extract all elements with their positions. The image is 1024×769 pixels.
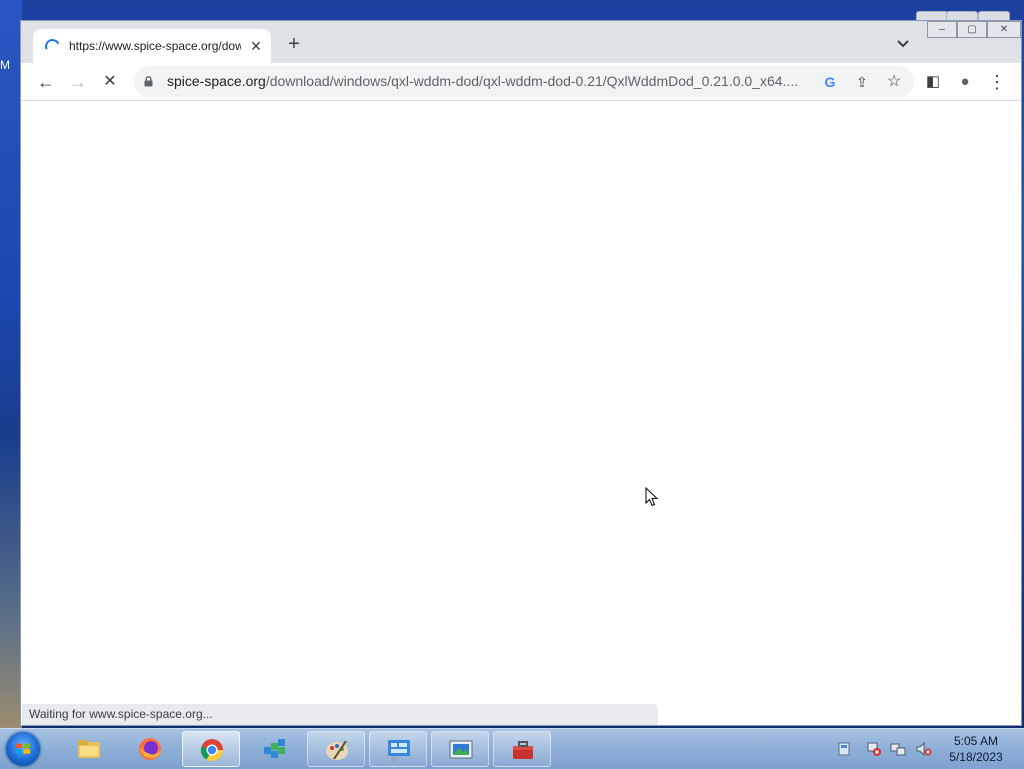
url-host: spice-space.org — [167, 73, 266, 89]
tab-strip: https://www.spice-space.org/download/win… — [21, 21, 1021, 63]
taskbar-picture-viewer[interactable] — [431, 731, 489, 767]
folder-icon — [78, 740, 100, 758]
network-icon[interactable] — [890, 741, 906, 757]
taskbar-registry-editor[interactable] — [245, 731, 303, 767]
picture-icon — [449, 740, 473, 759]
taskbar-toolbox[interactable] — [493, 731, 551, 767]
mouse-cursor-icon — [645, 487, 659, 507]
registry-icon — [264, 739, 285, 758]
desktop-background — [0, 0, 22, 728]
clock-time: 5:05 AM — [953, 734, 999, 748]
browser-toolbar: ← → ✕ spice-space.org/download/windows/q… — [21, 63, 1021, 101]
taskbar-paint[interactable] — [307, 731, 365, 767]
url-path: /download/windows/qxl-wddm-dod/qxl-wddm-… — [265, 73, 799, 89]
tab-search-icon[interactable] — [894, 35, 912, 53]
window-controls: – ▢ ✕ — [927, 21, 1021, 39]
system-tray: 5:05 AM 5/18/2023 — [830, 729, 1024, 769]
network-error-icon[interactable] — [866, 741, 882, 757]
share-icon[interactable]: ⇪ — [852, 72, 872, 92]
toolbox-icon — [513, 741, 533, 759]
clock-date: 5/18/2023 — [949, 750, 1003, 764]
windows-logo-icon — [16, 743, 30, 754]
taskbar-explorer[interactable] — [60, 731, 118, 767]
close-window-button[interactable]: ✕ — [987, 21, 1021, 38]
status-bubble: Waiting for www.spice-space.org... — [22, 704, 658, 725]
taskbar-firefox[interactable] — [121, 731, 179, 767]
desktop-icon-label: M — [0, 58, 10, 72]
start-button[interactable] — [6, 732, 40, 766]
firefox-icon — [139, 738, 161, 760]
control-panel-icon — [388, 740, 410, 762]
taskbar: 5:05 AM 5/18/2023 — [0, 728, 1024, 769]
chrome-menu-icon[interactable]: ⋮ — [984, 69, 1010, 95]
stop-loading-button[interactable]: ✕ — [97, 69, 123, 95]
chrome-icon — [200, 739, 223, 761]
maximize-button[interactable]: ▢ — [957, 21, 987, 38]
tab-close-icon[interactable]: ✕ — [246, 36, 266, 56]
back-button[interactable]: ← — [33, 69, 59, 95]
url-text[interactable]: spice-space.org/download/windows/qxl-wdd… — [167, 73, 807, 91]
forward-button[interactable]: → — [65, 69, 91, 95]
volume-muted-icon[interactable] — [916, 741, 932, 757]
tab-active[interactable]: https://www.spice-space.org/download/win… — [33, 29, 271, 63]
loading-spinner-icon — [42, 36, 63, 57]
taskbar-chrome[interactable] — [182, 731, 240, 767]
new-tab-button[interactable]: + — [283, 33, 305, 55]
address-bar[interactable]: spice-space.org/download/windows/qxl-wdd… — [134, 66, 914, 97]
chrome-window: https://www.spice-space.org/download/win… — [20, 20, 1022, 726]
page-content[interactable] — [21, 101, 1021, 725]
side-panel-icon[interactable]: ◧ — [920, 69, 946, 95]
lock-icon[interactable] — [144, 76, 153, 87]
google-lens-icon[interactable]: G — [820, 72, 840, 92]
clock[interactable]: 5:05 AM 5/18/2023 — [942, 733, 1010, 765]
minimize-button[interactable]: – — [927, 21, 957, 38]
profile-avatar-icon[interactable]: ● — [952, 69, 978, 95]
action-center-icon[interactable] — [836, 741, 852, 757]
bookmark-star-icon[interactable]: ☆ — [884, 72, 904, 92]
paint-icon — [326, 740, 348, 760]
taskbar-control-panel[interactable] — [369, 731, 427, 767]
tab-title: https://www.spice-space.org/download/win… — [69, 39, 241, 53]
